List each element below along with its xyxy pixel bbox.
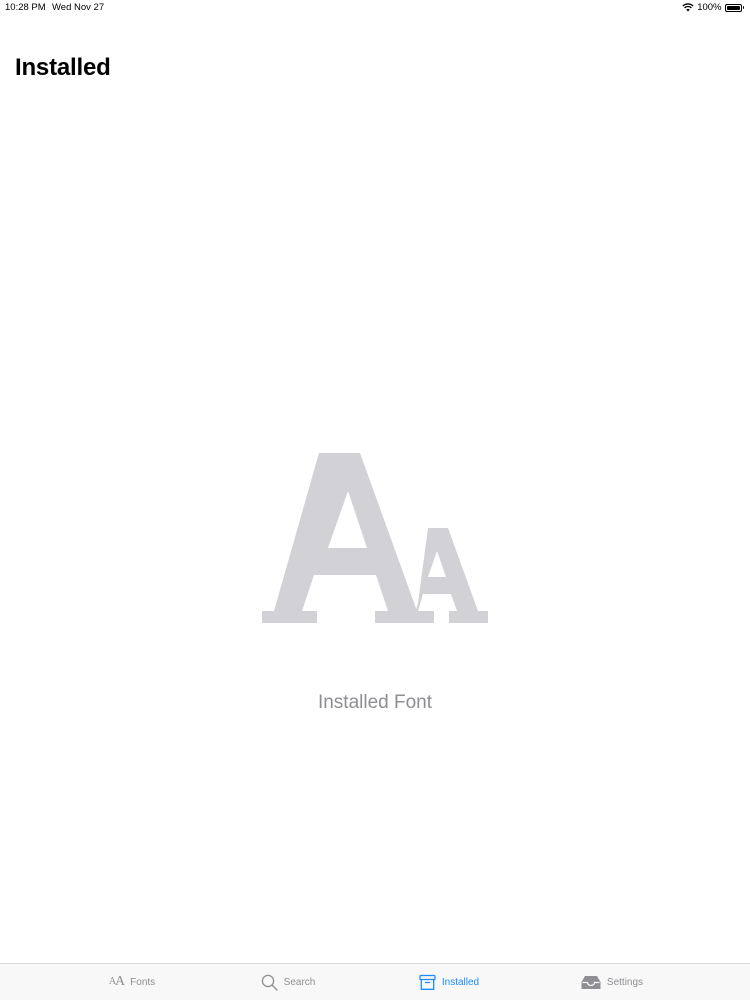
tab-settings[interactable]: Settings: [522, 964, 702, 1000]
search-icon: [261, 974, 278, 991]
tab-label: Installed: [441, 976, 480, 988]
status-time: 10:28 PM: [5, 2, 46, 13]
wifi-icon: [682, 3, 694, 12]
tab-bar: AA Fonts Search Installed Settings: [0, 963, 750, 1000]
tab-installed[interactable]: Installed: [359, 964, 539, 1000]
font-aa-icon: AA: [108, 974, 125, 989]
tab-label: Settings: [606, 976, 644, 988]
page-title: Installed: [15, 54, 111, 81]
battery-percent: 100%: [697, 2, 722, 13]
status-indicators: 100%: [682, 2, 744, 13]
font-aa-icon: [262, 453, 488, 623]
battery-icon: [724, 3, 744, 12]
empty-state-message: Installed Font: [317, 692, 433, 713]
status-date: Wed Nov 27: [52, 2, 105, 13]
status-bar: 10:28 PM Wed Nov 27 100%: [0, 0, 750, 16]
tab-fonts[interactable]: AA Fonts: [42, 964, 222, 1000]
tab-search[interactable]: Search: [198, 964, 378, 1000]
tray-icon: [581, 975, 601, 990]
tab-label: Fonts: [130, 976, 156, 988]
tab-label: Search: [283, 976, 316, 988]
archive-box-icon: [419, 974, 436, 991]
